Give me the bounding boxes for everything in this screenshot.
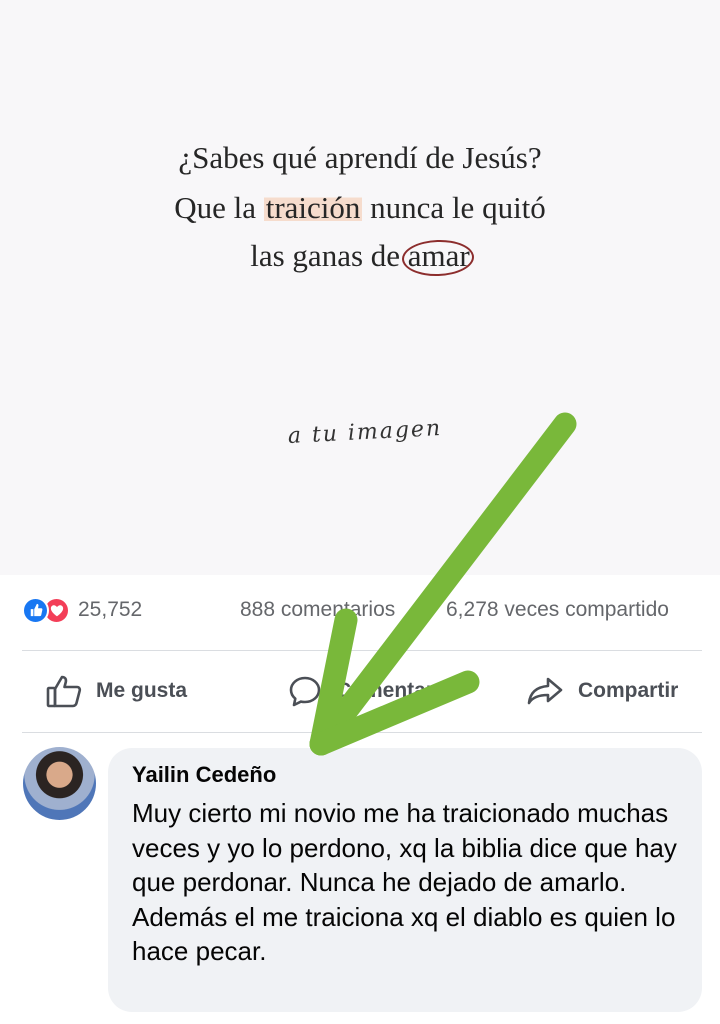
reactions-bar: 25,752 888 comentarios 6,278 veces compa… bbox=[22, 592, 702, 628]
avatar[interactable] bbox=[23, 747, 96, 820]
like-button[interactable]: Me gusta bbox=[46, 674, 187, 708]
share-button[interactable]: Compartir bbox=[526, 676, 678, 706]
comment-button[interactable]: Comentar bbox=[288, 675, 434, 707]
action-bar: Me gusta Comentar Compartir bbox=[22, 662, 702, 720]
comment-text: Muy cierto mi novio me ha traicionado mu… bbox=[132, 798, 677, 966]
comment-author[interactable]: Yailin Cedeño bbox=[132, 762, 678, 788]
comment-bubble: Yailin Cedeño Muy cierto mi novio me ha … bbox=[108, 748, 702, 1012]
like-button-label: Me gusta bbox=[96, 679, 188, 702]
reaction-icons[interactable] bbox=[22, 596, 70, 624]
share-button-label: Compartir bbox=[578, 679, 679, 702]
quote-line-2-end: nunca le quitó bbox=[362, 190, 546, 225]
quote-line-2: Que la traición nunca le quitó bbox=[0, 190, 720, 226]
thumbs-up-icon bbox=[46, 675, 82, 708]
signature: a tu imagen bbox=[287, 415, 443, 450]
share-arrow-icon bbox=[527, 677, 563, 705]
quote-line-3: las ganas de amar bbox=[0, 238, 720, 278]
comments-count[interactable]: 888 comentarios bbox=[240, 598, 395, 622]
comment-bubble-icon bbox=[289, 676, 321, 707]
highlighted-word: traición bbox=[263, 190, 363, 225]
like-icon bbox=[22, 596, 49, 624]
post-image[interactable]: ¿Sabes qué aprendí de Jesús? Que la trai… bbox=[0, 0, 720, 575]
circled-word: amar bbox=[401, 238, 475, 278]
divider bbox=[22, 650, 702, 651]
shares-count[interactable]: 6,278 veces compartido bbox=[446, 598, 669, 622]
reaction-count[interactable]: 25,752 bbox=[78, 598, 142, 622]
comment-button-label: Comentar bbox=[336, 679, 435, 702]
quote-line-2-start: Que la bbox=[174, 190, 264, 225]
quote-line-1: ¿Sabes qué aprendí de Jesús? bbox=[178, 140, 542, 175]
quote-line-3-start: las ganas de bbox=[250, 238, 408, 273]
divider bbox=[22, 732, 702, 733]
